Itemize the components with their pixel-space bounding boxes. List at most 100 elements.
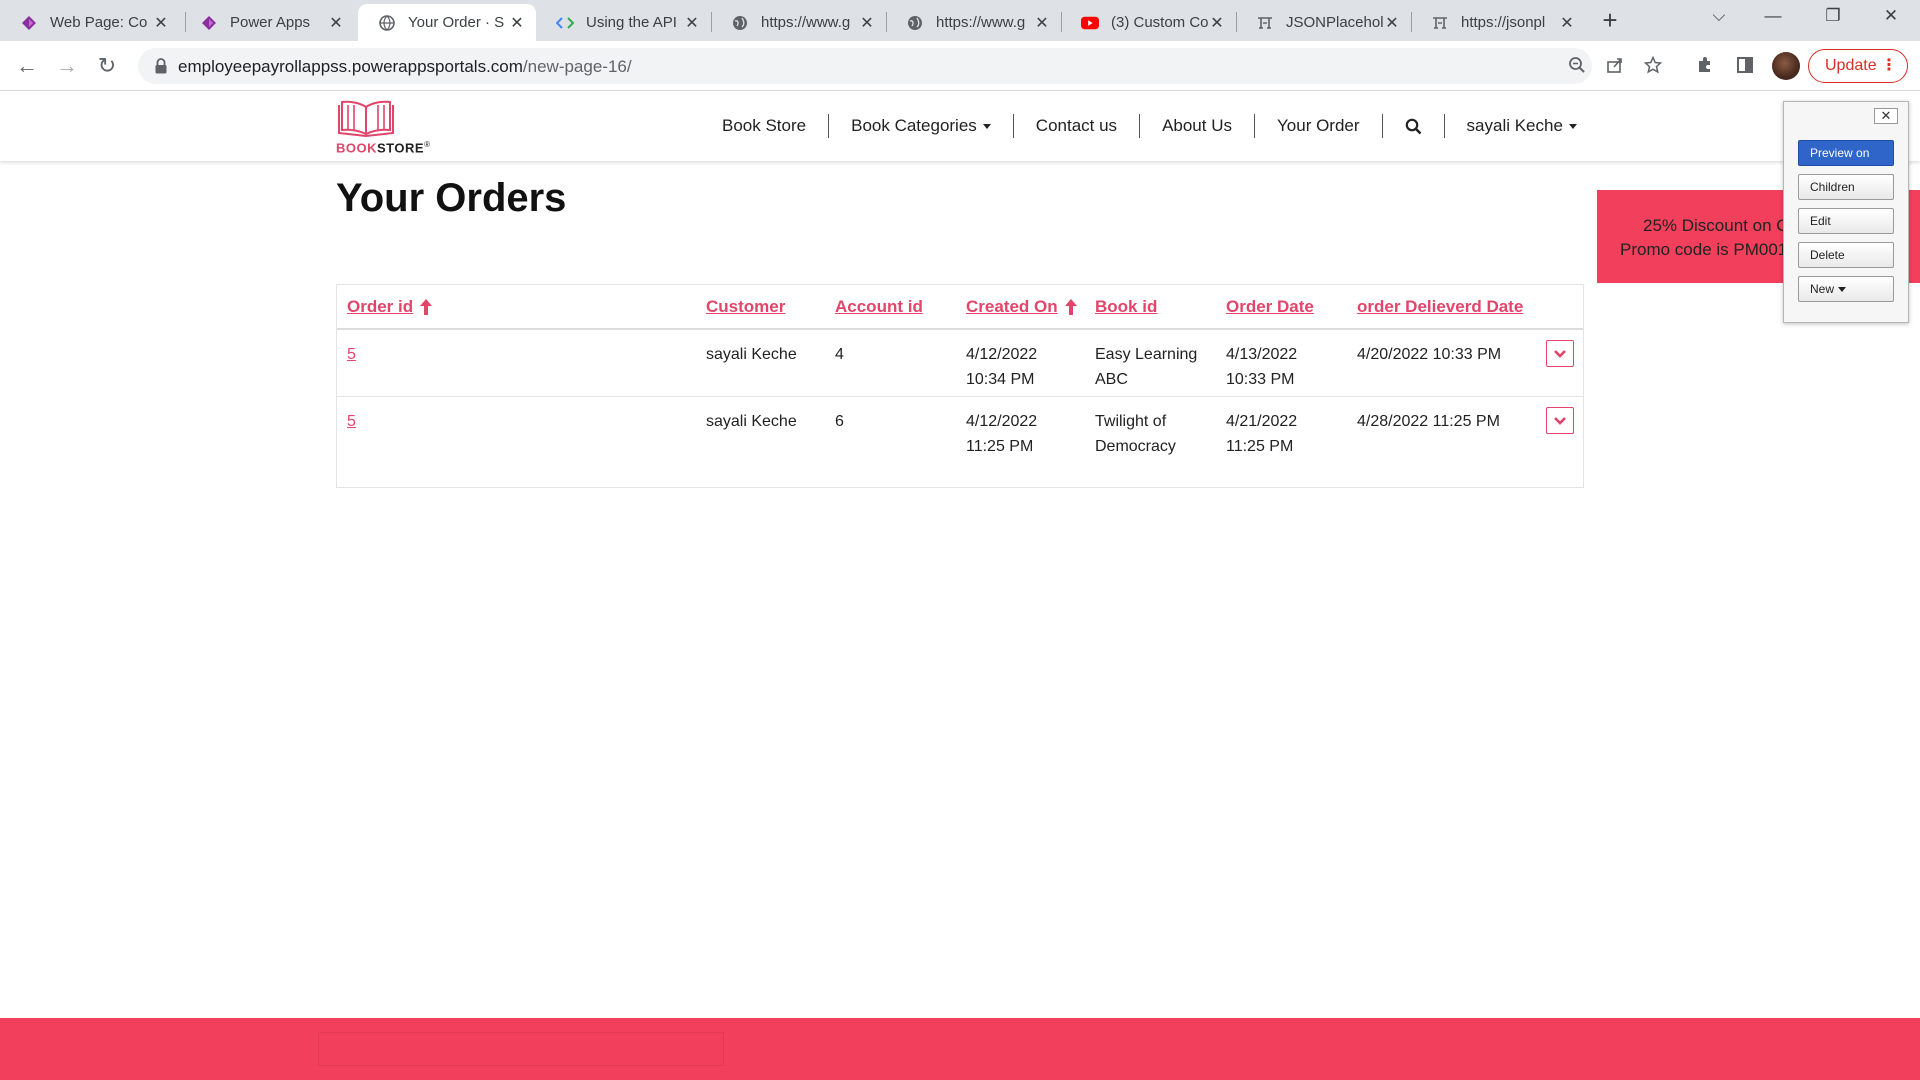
cell-time: 10:33 PM xyxy=(1226,371,1295,388)
cell-order-date: 4/13/2022 10:33 PM xyxy=(1226,342,1297,392)
cell-delivered-date: 4/28/2022 11:25 PM xyxy=(1357,413,1500,430)
nav-user-menu[interactable]: sayali Keche xyxy=(1445,114,1599,138)
table-row: 5 sayali Keche 6 4/12/2022 11:25 PM Twili… xyxy=(337,397,1583,464)
new-dropdown-button[interactable]: New xyxy=(1798,276,1894,302)
close-icon[interactable]: ✕ xyxy=(858,13,876,33)
edit-button[interactable]: Edit xyxy=(1798,208,1894,234)
preview-button[interactable]: Preview on xyxy=(1798,140,1894,166)
close-icon[interactable]: ✕ xyxy=(1208,13,1226,33)
tab-title: https://www.g xyxy=(761,14,851,31)
column-header-delivered-date[interactable]: order Delieverd Date xyxy=(1357,297,1523,317)
column-header-created-on[interactable]: Created On xyxy=(966,297,1078,317)
row-actions-dropdown-button[interactable] xyxy=(1546,407,1574,434)
browser-tab[interactable]: https://jsonpl ✕ xyxy=(1411,4,1586,41)
cell-book-id: Twilight of Democracy xyxy=(1095,409,1176,459)
code-icon xyxy=(556,14,574,32)
column-header-label: Created On xyxy=(966,297,1058,316)
main-navigation: Book Store Book Categories Contact us Ab… xyxy=(700,111,1599,141)
nav-label: Your Order xyxy=(1277,116,1360,135)
bookstore-logo[interactable]: BOOKSTORE® xyxy=(336,99,446,157)
cell-customer: sayali Keche xyxy=(706,413,797,430)
nav-book-store[interactable]: Book Store xyxy=(700,114,830,138)
page-title: Your Orders xyxy=(336,176,567,220)
url-path: /new-page-16/ xyxy=(522,57,632,76)
url-host: employeepayrollappss.powerappsportals.co… xyxy=(178,57,523,76)
nav-label: Book Categories xyxy=(851,116,977,135)
cell-created-on: 4/12/2022 10:34 PM xyxy=(966,342,1037,392)
row-actions-dropdown-button[interactable] xyxy=(1546,340,1574,367)
nav-contact-us[interactable]: Contact us xyxy=(1014,114,1141,138)
column-header-label: Order Date xyxy=(1226,297,1314,316)
close-icon[interactable]: ✕ xyxy=(327,13,345,33)
delete-button[interactable]: Delete xyxy=(1798,242,1894,268)
cell-time: 11:25 PM xyxy=(1226,438,1294,455)
column-header-order-date[interactable]: Order Date xyxy=(1226,297,1314,317)
window-close-icon[interactable]: ✕ xyxy=(1876,6,1906,26)
column-header-label: Book id xyxy=(1095,297,1158,316)
close-icon[interactable]: ✕ xyxy=(508,13,526,33)
order-id-link[interactable]: 5 xyxy=(347,342,356,367)
globe-icon xyxy=(731,14,749,32)
minimize-icon[interactable]: — xyxy=(1758,6,1788,26)
power-apps-icon xyxy=(200,14,218,32)
forward-arrow-icon[interactable]: → xyxy=(53,52,81,80)
new-tab-button[interactable]: + xyxy=(1596,7,1624,35)
browser-tab[interactable]: Web Page: Co ✕ xyxy=(0,4,180,41)
back-arrow-icon[interactable]: ← xyxy=(13,52,41,80)
browser-tab-active[interactable]: Your Order · S ✕ xyxy=(358,4,536,41)
lock-icon[interactable] xyxy=(154,57,168,75)
cell-time: 10:34 PM xyxy=(966,371,1035,388)
cell-book-line: ABC xyxy=(1095,371,1128,388)
browser-tab[interactable]: https://www.g ✕ xyxy=(711,4,886,41)
tab-title: Power Apps xyxy=(230,14,311,31)
address-bar[interactable]: employeepayrollappss.powerappsportals.co… xyxy=(138,48,1663,84)
close-icon[interactable]: ✕ xyxy=(1033,13,1051,33)
update-button[interactable]: Update ⋮ xyxy=(1808,49,1908,83)
close-icon[interactable]: ✕ xyxy=(683,13,701,33)
nav-about-us[interactable]: About Us xyxy=(1140,114,1255,138)
table-header: Order id Customer Account id Created On … xyxy=(337,285,1583,330)
close-icon[interactable]: ✕ xyxy=(1558,13,1576,33)
column-header-book-id[interactable]: Book id xyxy=(1095,297,1157,317)
column-header-label: Account id xyxy=(835,297,923,316)
close-icon[interactable]: ✕ xyxy=(152,13,170,33)
browser-tab[interactable]: Power Apps ✕ xyxy=(180,4,355,41)
tab-search-chevron-icon[interactable]: ⌵ xyxy=(1704,6,1734,26)
site-footer xyxy=(0,1018,1920,1080)
zoom-icon[interactable] xyxy=(1566,56,1588,78)
side-panel-icon[interactable] xyxy=(1734,55,1756,77)
search-icon[interactable] xyxy=(1405,118,1422,135)
column-header-account-id[interactable]: Account id xyxy=(835,297,923,317)
update-label: Update xyxy=(1825,57,1877,74)
nav-search[interactable] xyxy=(1383,114,1445,138)
close-icon[interactable]: ✕ xyxy=(1383,13,1401,33)
cell-account-id: 4 xyxy=(835,346,844,363)
nav-label: sayali Keche xyxy=(1466,116,1563,135)
extensions-puzzle-icon[interactable] xyxy=(1694,55,1716,77)
browser-tab[interactable]: (3) Custom Co ✕ xyxy=(1061,4,1236,41)
nav-label: Book Store xyxy=(722,116,807,135)
bookmark-star-icon[interactable] xyxy=(1642,55,1664,78)
column-header-customer[interactable]: Customer xyxy=(706,297,785,317)
restore-icon[interactable]: ❐ xyxy=(1818,6,1848,26)
browser-tab[interactable]: JSONPlacehol ✕ xyxy=(1236,4,1411,41)
jsonplaceholder-icon xyxy=(1431,14,1449,32)
nav-book-categories[interactable]: Book Categories xyxy=(829,114,1014,138)
browser-tab[interactable]: https://www.g ✕ xyxy=(886,4,1061,41)
url-text[interactable]: employeepayrollappss.powerappsportals.co… xyxy=(178,57,632,77)
share-icon[interactable] xyxy=(1604,56,1626,78)
tab-title: https://jsonpl xyxy=(1461,14,1546,31)
profile-avatar[interactable] xyxy=(1772,52,1800,80)
children-button[interactable]: Children xyxy=(1798,174,1894,200)
logo-text-store: STORE xyxy=(377,140,425,156)
browser-tab[interactable]: Using the API ✕ xyxy=(536,4,711,41)
chevron-down-icon xyxy=(1554,349,1566,358)
order-id-link[interactable]: 5 xyxy=(347,409,356,434)
column-header-order-id[interactable]: Order id xyxy=(347,297,433,317)
close-icon[interactable]: ✕ xyxy=(1874,108,1898,124)
cell-created-on: 4/12/2022 11:25 PM xyxy=(966,409,1037,459)
nav-your-order[interactable]: Your Order xyxy=(1255,114,1383,138)
globe-icon xyxy=(906,14,924,32)
column-header-label: order Delieverd Date xyxy=(1357,297,1524,316)
reload-icon[interactable]: ↻ xyxy=(93,52,121,80)
